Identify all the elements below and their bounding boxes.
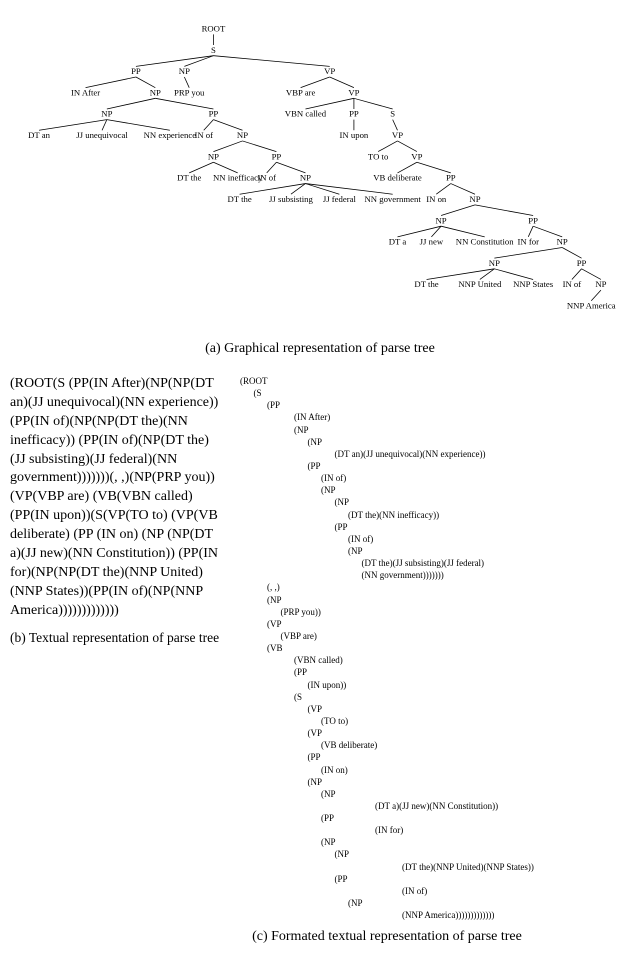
tree-node: DT a <box>389 237 407 247</box>
tree-node: IN for <box>518 237 540 247</box>
tree-node: PP <box>446 173 456 183</box>
tree-node: PP <box>272 151 282 161</box>
subfigure-b: (ROOT(S (PP(IN After)(NP(NP(DT an)(JJ un… <box>10 375 220 646</box>
tree-node: NP <box>300 173 311 183</box>
tree-node: NP <box>436 215 447 225</box>
tree-node: NP <box>101 109 112 119</box>
tree-node: NN inefficacy <box>213 173 263 183</box>
flat-parse-text: (ROOT(S (PP(IN After)(NP(NP(DT an)(JJ un… <box>10 375 220 621</box>
tree-node: S <box>211 45 216 55</box>
tree-node: PP <box>349 109 359 119</box>
tree-node: VBP are <box>286 87 316 97</box>
tree-node: JJ new <box>420 237 444 247</box>
tree-node: IN of <box>194 130 213 140</box>
tree-node: IN upon <box>340 130 369 140</box>
tree-node: NP <box>489 258 500 268</box>
tree-node: PP <box>131 66 141 76</box>
tree-node: NP <box>469 194 480 204</box>
tree-node: ROOT <box>202 23 226 33</box>
tree-node: IN of <box>563 279 582 289</box>
caption-a: (a) Graphical representation of parse tr… <box>10 341 630 357</box>
caption-b: (b) Textual representation of parse tree <box>10 629 220 647</box>
tree-node: DT an <box>28 130 50 140</box>
tree-node: NP <box>179 66 190 76</box>
bottom-row: (ROOT(S (PP(IN After)(NP(NP(DT an)(JJ un… <box>10 375 630 945</box>
tree-node: NN experience <box>144 130 197 140</box>
tree-node: NNP United <box>458 279 502 289</box>
tree-node: NP <box>237 130 248 140</box>
tree-node: DT the <box>414 279 438 289</box>
tree-node: VP <box>324 66 335 76</box>
tree-node: IN of <box>257 173 276 183</box>
tree-node: VBN called <box>285 109 327 119</box>
tree-node: S <box>390 109 395 119</box>
tree-node: NP <box>595 279 606 289</box>
tree-node: NN government <box>364 194 421 204</box>
tree-node: DT the <box>177 173 201 183</box>
formatted-parse-text: (ROOT (S (PP (IN After) (NP (NP (DT an)(… <box>240 375 534 921</box>
caption-c: (c) Formated textual representation of p… <box>240 929 534 945</box>
parse-tree-diagram: ROOT S PP NP VP IN After NP PRP you VBP are VP NP P… <box>10 10 630 330</box>
tree-node: JJ subsisting <box>269 194 313 204</box>
tree-node: TO to <box>368 151 389 161</box>
tree-node: JJ unequivocal <box>76 130 128 140</box>
tree-node: NP <box>557 237 568 247</box>
subfigure-c: (ROOT (S (PP (IN After) (NP (NP (DT an)(… <box>240 375 534 945</box>
tree-node: VB deliberate <box>373 173 422 183</box>
tree-node: NNP States <box>513 279 554 289</box>
tree-node: PP <box>528 215 538 225</box>
tree-node: VP <box>348 87 359 97</box>
tree-node: NN Constitution <box>456 237 514 247</box>
subfigure-a: ROOT S PP NP VP IN After NP PRP you VBP are VP NP P… <box>10 10 630 357</box>
tree-node: NP <box>208 151 219 161</box>
tree-node: IN After <box>71 87 100 97</box>
tree-node: JJ federal <box>323 194 357 204</box>
tree-node: PP <box>577 258 587 268</box>
tree-node: DT the <box>227 194 251 204</box>
tree-node: IN on <box>426 194 447 204</box>
tree-node: VP <box>392 130 403 140</box>
tree-node: NP <box>150 87 161 97</box>
tree-node: PP <box>209 109 219 119</box>
tree-node: NNP America <box>567 301 616 311</box>
tree-node: PRP you <box>174 87 205 97</box>
tree-node: VP <box>411 151 422 161</box>
